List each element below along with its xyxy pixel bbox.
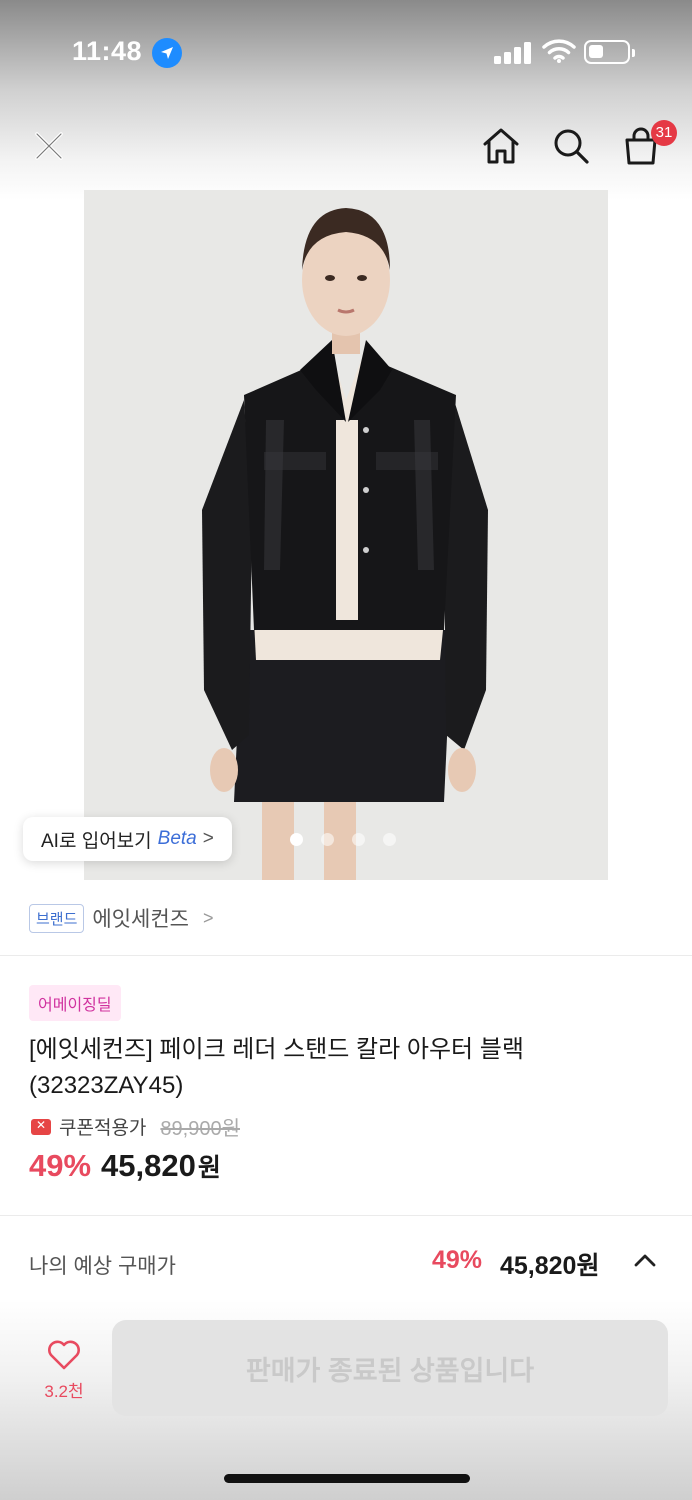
top-nav xyxy=(0,112,692,182)
coupon-price-row: 쿠폰적용가 89,900원 xyxy=(31,1112,240,1141)
status-bar: 11:48 xyxy=(0,0,692,100)
price-row: 49% 45,820 원 xyxy=(29,1148,221,1184)
home-indicator xyxy=(224,1474,470,1483)
expected-price-label: 나의 예상 구매가 xyxy=(29,1255,176,1278)
home-icon[interactable] xyxy=(477,122,525,170)
product-image[interactable] xyxy=(84,190,608,880)
ai-tryon-button[interactable]: AI로 입어보기 Beta > xyxy=(23,817,232,861)
wifi-icon xyxy=(542,38,576,69)
chevron-up-icon[interactable] xyxy=(632,1248,658,1279)
deal-badge: 어메이징딜 xyxy=(29,985,121,1021)
divider xyxy=(0,1215,692,1216)
carousel-dot[interactable] xyxy=(321,833,334,846)
search-icon[interactable] xyxy=(547,122,595,170)
cart-count-badge: 31 xyxy=(651,120,677,146)
sold-out-button[interactable]: 판매가 종료된 상품입니다 xyxy=(112,1320,668,1416)
product-title: [에잇세컨즈] 페이크 레더 스탠드 칼라 아우터 블랙 (32323ZAY45… xyxy=(29,1036,524,1099)
discount-rate: 49% xyxy=(29,1148,92,1183)
heart-icon xyxy=(48,1340,80,1370)
like-count: 3.2천 xyxy=(44,1382,84,1401)
expected-price: 45,820원 xyxy=(500,1252,600,1280)
brand-name: 에잇세컨즈 xyxy=(92,908,190,931)
carousel-dot[interactable] xyxy=(352,833,365,846)
like-button[interactable]: 3.2천 xyxy=(34,1340,94,1402)
ai-tryon-label: AI로 입어보기 xyxy=(41,830,152,852)
chevron-right-icon: > xyxy=(203,907,214,928)
original-price: 89,900원 xyxy=(160,1118,240,1140)
brand-tag: 브랜드 xyxy=(29,903,85,933)
status-time: 11:48 xyxy=(72,36,143,66)
carousel-dots xyxy=(290,833,396,846)
battery-icon xyxy=(584,40,635,64)
carousel-dot[interactable] xyxy=(290,833,303,846)
carousel-dot[interactable] xyxy=(383,833,396,846)
coupon-icon xyxy=(31,1118,51,1135)
chevron-right-icon: > xyxy=(202,828,214,849)
expected-discount: 49% xyxy=(432,1246,483,1274)
model-illustration xyxy=(84,190,608,880)
close-icon[interactable] xyxy=(25,122,73,170)
divider xyxy=(0,955,692,956)
beta-label: Beta xyxy=(157,828,197,849)
brand-link[interactable]: 브랜드 에잇세컨즈 > xyxy=(29,903,214,933)
currency: 원 xyxy=(197,1154,221,1182)
coupon-label: 쿠폰적용가 xyxy=(59,1118,147,1139)
expected-price-row[interactable]: 나의 예상 구매가 49% 45,820원 xyxy=(0,1230,692,1294)
sale-price: 45,820 xyxy=(101,1148,196,1183)
signal-icon xyxy=(494,40,532,64)
location-arrow-icon xyxy=(152,38,182,68)
